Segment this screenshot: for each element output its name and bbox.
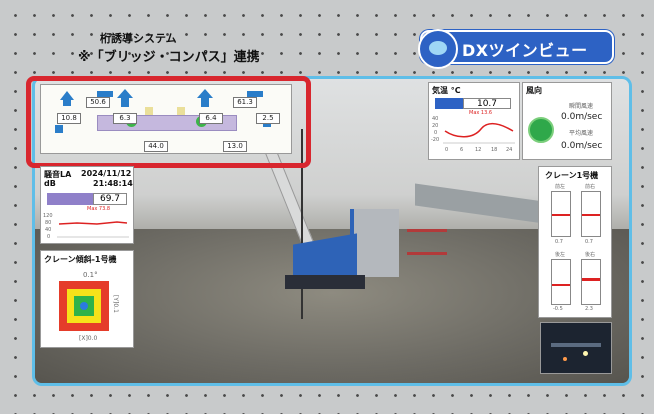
noise-time: 21:48:14 xyxy=(93,179,133,188)
noise-ytick-120: 120 xyxy=(43,213,53,219)
noise-date: 2024/11/12 xyxy=(81,169,132,178)
highlight-frame xyxy=(26,76,311,168)
wind-panel[interactable]: 風向 瞬間風速 0.0m/sec 平均風速 0.0m/sec xyxy=(522,82,612,160)
gauge-rear-left-label: 後左 xyxy=(555,252,566,258)
noise-ytick-80: 80 xyxy=(45,220,52,226)
gauge-rear-left-value: -0.5 xyxy=(553,306,563,312)
temp-xtick-18: 18 xyxy=(491,147,498,153)
temperature-line-chart xyxy=(443,122,515,144)
wind-label: 風向 xyxy=(526,86,542,95)
noise-max: Max 73.8 xyxy=(87,206,111,212)
noise-line-chart xyxy=(57,221,129,238)
crane-tilt-label: クレーン傾斜-1号機 xyxy=(44,255,117,264)
crane-cabin xyxy=(350,209,399,277)
camera-feed-thumbnail[interactable] xyxy=(540,322,612,374)
logo-text: DXツインビュー xyxy=(462,41,588,60)
gauge-front-right-label: 前右 xyxy=(585,184,596,190)
gauge-rear-right-label: 後右 xyxy=(585,252,596,258)
temp-xtick-12: 12 xyxy=(475,147,482,153)
gauge-rear-left xyxy=(551,259,571,305)
crane-tilt-x: [X]0.0 xyxy=(79,335,98,342)
temperature-label: 気温 °C xyxy=(432,86,461,95)
gauge-front-left-label: 前左 xyxy=(555,184,566,190)
gauge-rear-right-value: 2.3 xyxy=(585,306,593,312)
dx-twin-view-logo: DXツインビュー xyxy=(418,29,614,69)
red-railing xyxy=(407,229,447,255)
noise-unit: dB xyxy=(44,179,56,188)
temp-ytick-40: 40 xyxy=(432,116,439,122)
gauge-front-left-value: 0.7 xyxy=(555,239,563,245)
camera-lens-icon xyxy=(418,29,458,69)
system-subtitle: ※「ブリッジ・コンパス」連携 xyxy=(78,50,260,65)
wind-avg-value: 0.0m/sec xyxy=(561,141,603,151)
noise-fill xyxy=(47,193,93,205)
gauge-front-right xyxy=(581,191,601,237)
temp-xtick-24: 24 xyxy=(506,147,513,153)
crane-tilt-top: 0.1° xyxy=(83,271,98,279)
crane-deck xyxy=(285,275,365,289)
temp-ytick-0: 0 xyxy=(434,130,438,136)
gauge-front-left xyxy=(551,191,571,237)
crane1-label: クレーン1号機 xyxy=(545,171,599,180)
temp-xtick-6: 6 xyxy=(460,147,464,153)
tilt-indicator xyxy=(80,302,88,310)
noise-panel[interactable]: 騒音LA dB 2024/11/12 21:48:14 69.7 Max 73.… xyxy=(40,166,134,244)
wind-direction-icon xyxy=(528,117,554,143)
system-title: 桁誘導システム xyxy=(100,32,177,45)
gauge-front-right-value: 0.7 xyxy=(585,239,593,245)
noise-ytick-0: 0 xyxy=(47,234,51,240)
temperature-fill xyxy=(435,98,463,109)
crane1-panel[interactable]: クレーン1号機 前左 前右 0.7 0.7 後左 後右 -0.5 2.3 xyxy=(538,166,612,318)
crane-tilt-panel[interactable]: クレーン傾斜-1号機 0.1° [Y]0.1 [X]0.0 xyxy=(40,250,134,348)
wind-instant-label: 瞬間風速 xyxy=(569,103,594,110)
temperature-value: 10.7 xyxy=(463,98,511,109)
gauge-rear-right xyxy=(581,259,601,305)
noise-ytick-40: 40 xyxy=(45,227,52,233)
temperature-panel[interactable]: 気温 °C 10.7 Max 13.6 40 20 0 -20 0 6 12 1… xyxy=(428,82,520,160)
wind-avg-label: 平均風速 xyxy=(569,130,594,137)
temp-ytick-20: 20 xyxy=(432,123,439,129)
temp-xtick-0: 0 xyxy=(445,147,449,153)
noise-value: 69.7 xyxy=(93,193,127,205)
crane-tilt-y: [Y]0.1 xyxy=(112,295,119,313)
temp-ytick-m20: -20 xyxy=(431,137,440,143)
wind-instant-value: 0.0m/sec xyxy=(561,112,603,122)
